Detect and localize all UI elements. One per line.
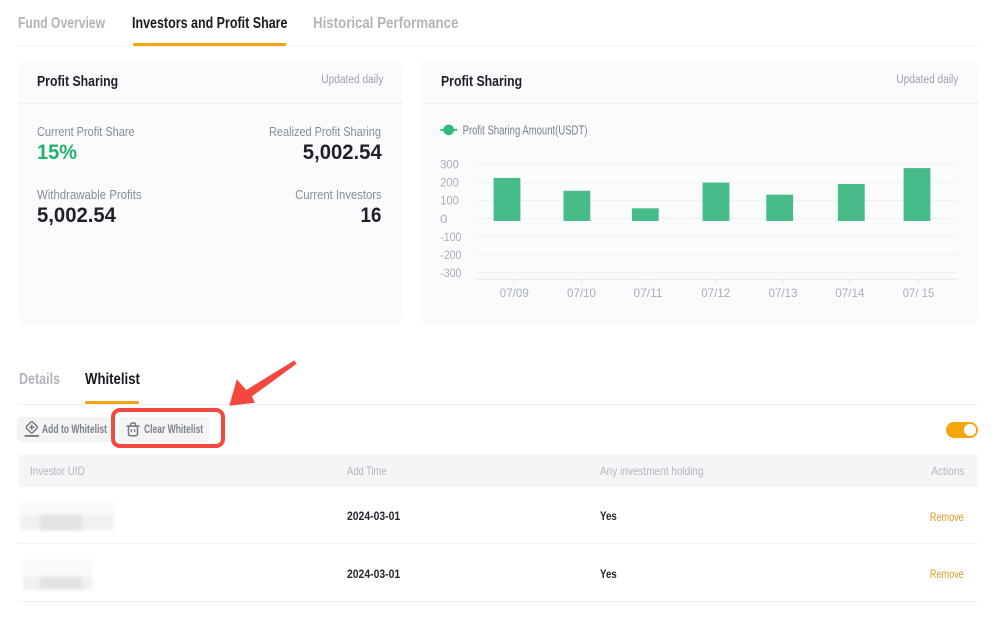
- svg-text:07/11: 07/11: [634, 286, 663, 300]
- svg-text:07/14: 07/14: [835, 286, 864, 300]
- svg-text:07/09: 07/09: [500, 286, 529, 300]
- svg-text:-200: -200: [440, 248, 462, 262]
- svg-text:07/12: 07/12: [701, 286, 730, 300]
- svg-text:-300: -300: [440, 266, 462, 280]
- svg-text:200: 200: [440, 176, 459, 190]
- svg-text:07/10: 07/10: [567, 286, 596, 300]
- svg-text:Profit Sharing Amount(USDT): Profit Sharing Amount(USDT): [463, 123, 588, 137]
- svg-text:07/ 15: 07/ 15: [903, 286, 935, 300]
- svg-text:-100: -100: [440, 230, 462, 244]
- svg-text:0: 0: [440, 212, 448, 226]
- svg-text:100: 100: [440, 194, 459, 208]
- svg-text:07/13: 07/13: [769, 286, 798, 300]
- svg-text:300: 300: [440, 158, 459, 172]
